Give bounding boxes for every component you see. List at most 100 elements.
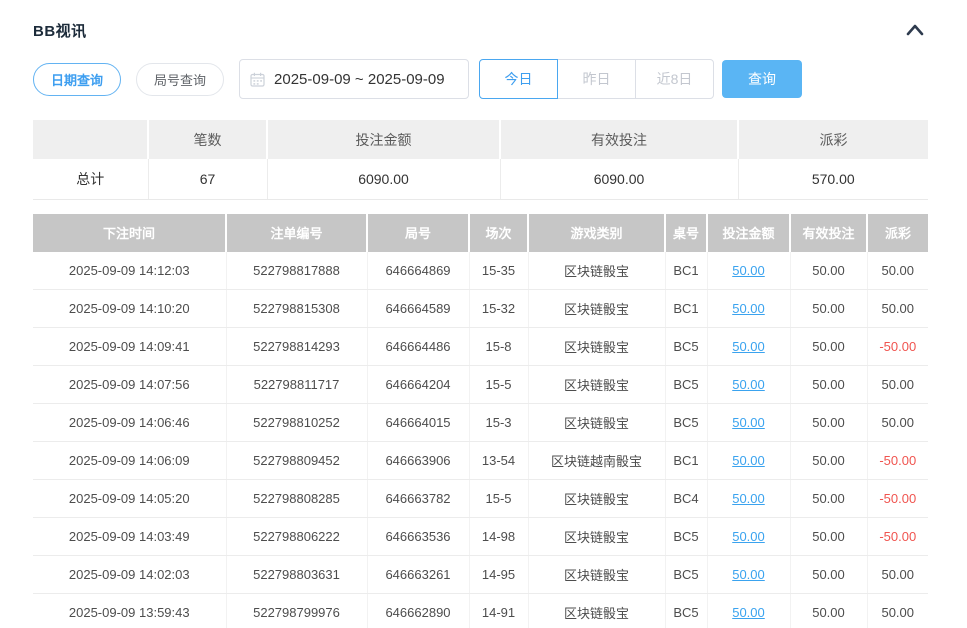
quick-range-group: 今日 昨日 近8日 <box>479 59 714 99</box>
order-number-cell: 522798810252 <box>226 404 367 442</box>
order-number-cell: 522798811717 <box>226 366 367 404</box>
col-header-bet-amount: 投注金额 <box>707 214 790 252</box>
order-number-cell: 522798799976 <box>226 594 367 628</box>
tab-round-query[interactable]: 局号查询 <box>136 63 224 96</box>
bet-time-cell: 2025-09-09 14:02:03 <box>33 556 226 594</box>
bet-time-cell: 2025-09-09 14:10:20 <box>33 290 226 328</box>
col-header-bet-time: 下注时间 <box>33 214 226 252</box>
game-type-cell: 区块链骰宝 <box>528 252 665 290</box>
bet-amount-cell: 50.00 <box>707 556 790 594</box>
game-type-cell: 区块链骰宝 <box>528 518 665 556</box>
chevron-up-icon <box>904 26 926 41</box>
bet-amount-cell: 50.00 <box>707 594 790 628</box>
date-range-picker[interactable]: 2025-09-09 ~ 2025-09-09 <box>239 59 469 99</box>
round-number-cell: 646664486 <box>367 328 469 366</box>
bet-amount-link[interactable]: 50.00 <box>732 453 765 468</box>
summary-header-count: 笔数 <box>148 120 267 159</box>
valid-bet-cell: 50.00 <box>790 290 867 328</box>
table-row: 2025-09-09 14:02:03522798803631646663261… <box>33 556 928 594</box>
quick-range-today[interactable]: 今日 <box>479 59 558 99</box>
bet-amount-cell: 50.00 <box>707 480 790 518</box>
summary-table: 笔数 投注金额 有效投注 派彩 总计 67 6090.00 6090.00 57… <box>33 120 928 200</box>
bet-amount-link[interactable]: 50.00 <box>732 377 765 392</box>
table-number-cell: BC5 <box>665 328 707 366</box>
game-type-cell: 区块链骰宝 <box>528 366 665 404</box>
bet-time-cell: 2025-09-09 13:59:43 <box>33 594 226 628</box>
col-header-valid-bet: 有效投注 <box>790 214 867 252</box>
table-row: 2025-09-09 14:03:49522798806222646663536… <box>33 518 928 556</box>
valid-bet-cell: 50.00 <box>790 556 867 594</box>
order-number-cell: 522798815308 <box>226 290 367 328</box>
bet-amount-link[interactable]: 50.00 <box>732 529 765 544</box>
order-number-cell: 522798808285 <box>226 480 367 518</box>
bet-amount-link[interactable]: 50.00 <box>732 339 765 354</box>
bb-video-panel: BB视讯 日期查询 局号查询 <box>0 0 967 628</box>
payout-cell: 50.00 <box>867 366 928 404</box>
bet-amount-link[interactable]: 50.00 <box>732 263 765 278</box>
payout-cell: 50.00 <box>867 252 928 290</box>
records-tbody: 2025-09-09 14:12:03522798817888646664869… <box>33 252 928 628</box>
valid-bet-cell: 50.00 <box>790 594 867 628</box>
total-bet-amount: 6090.00 <box>267 159 500 199</box>
table-number-cell: BC5 <box>665 404 707 442</box>
bet-amount-link[interactable]: 50.00 <box>732 605 765 620</box>
table-row: 2025-09-09 14:10:20522798815308646664589… <box>33 290 928 328</box>
col-header-game-type: 游戏类别 <box>528 214 665 252</box>
valid-bet-cell: 50.00 <box>790 252 867 290</box>
valid-bet-cell: 50.00 <box>790 480 867 518</box>
quick-range-last8days[interactable]: 近8日 <box>635 59 714 99</box>
quick-range-yesterday[interactable]: 昨日 <box>557 59 636 99</box>
bet-time-cell: 2025-09-09 14:06:09 <box>33 442 226 480</box>
table-number-cell: BC1 <box>665 252 707 290</box>
payout-cell: 50.00 <box>867 556 928 594</box>
records-table: 下注时间 注单编号 局号 场次 游戏类别 桌号 投注金额 有效投注 派彩 202… <box>33 214 928 628</box>
bet-amount-link[interactable]: 50.00 <box>732 301 765 316</box>
tab-date-query[interactable]: 日期查询 <box>33 63 121 96</box>
summary-total-row: 总计 67 6090.00 6090.00 570.00 <box>33 159 928 199</box>
bet-amount-cell: 50.00 <box>707 518 790 556</box>
game-type-cell: 区块链骰宝 <box>528 290 665 328</box>
valid-bet-cell: 50.00 <box>790 518 867 556</box>
summary-header-bet-amount: 投注金额 <box>267 120 500 159</box>
bet-time-cell: 2025-09-09 14:06:46 <box>33 404 226 442</box>
bet-amount-link[interactable]: 50.00 <box>732 415 765 430</box>
session-cell: 14-98 <box>469 518 528 556</box>
table-number-cell: BC4 <box>665 480 707 518</box>
bet-amount-link[interactable]: 50.00 <box>732 491 765 506</box>
bet-amount-link[interactable]: 50.00 <box>732 567 765 582</box>
round-number-cell: 646664204 <box>367 366 469 404</box>
table-row: 2025-09-09 14:09:41522798814293646664486… <box>33 328 928 366</box>
col-header-round-number: 局号 <box>367 214 469 252</box>
total-count: 67 <box>148 159 267 199</box>
table-number-cell: BC1 <box>665 290 707 328</box>
bet-amount-cell: 50.00 <box>707 328 790 366</box>
payout-cell: -50.00 <box>867 518 928 556</box>
round-number-cell: 646663782 <box>367 480 469 518</box>
col-header-payout: 派彩 <box>867 214 928 252</box>
search-button[interactable]: 查询 <box>722 60 802 98</box>
date-range-value: 2025-09-09 ~ 2025-09-09 <box>274 71 445 88</box>
table-row: 2025-09-09 14:07:56522798811717646664204… <box>33 366 928 404</box>
col-header-session: 场次 <box>469 214 528 252</box>
payout-cell: 50.00 <box>867 594 928 628</box>
session-cell: 15-5 <box>469 480 528 518</box>
payout-cell: 50.00 <box>867 404 928 442</box>
bet-time-cell: 2025-09-09 14:07:56 <box>33 366 226 404</box>
records-header-row: 下注时间 注单编号 局号 场次 游戏类别 桌号 投注金额 有效投注 派彩 <box>33 214 928 252</box>
bet-amount-cell: 50.00 <box>707 366 790 404</box>
total-label: 总计 <box>33 159 148 199</box>
session-cell: 14-95 <box>469 556 528 594</box>
session-cell: 15-5 <box>469 366 528 404</box>
table-row: 2025-09-09 14:12:03522798817888646664869… <box>33 252 928 290</box>
total-valid-bet: 6090.00 <box>500 159 738 199</box>
table-number-cell: BC5 <box>665 556 707 594</box>
order-number-cell: 522798814293 <box>226 328 367 366</box>
game-type-cell: 区块链骰宝 <box>528 328 665 366</box>
bet-amount-cell: 50.00 <box>707 290 790 328</box>
col-header-table-number: 桌号 <box>665 214 707 252</box>
collapse-panel-button[interactable] <box>902 20 928 40</box>
session-cell: 15-8 <box>469 328 528 366</box>
round-number-cell: 646664589 <box>367 290 469 328</box>
table-number-cell: BC1 <box>665 442 707 480</box>
session-cell: 13-54 <box>469 442 528 480</box>
